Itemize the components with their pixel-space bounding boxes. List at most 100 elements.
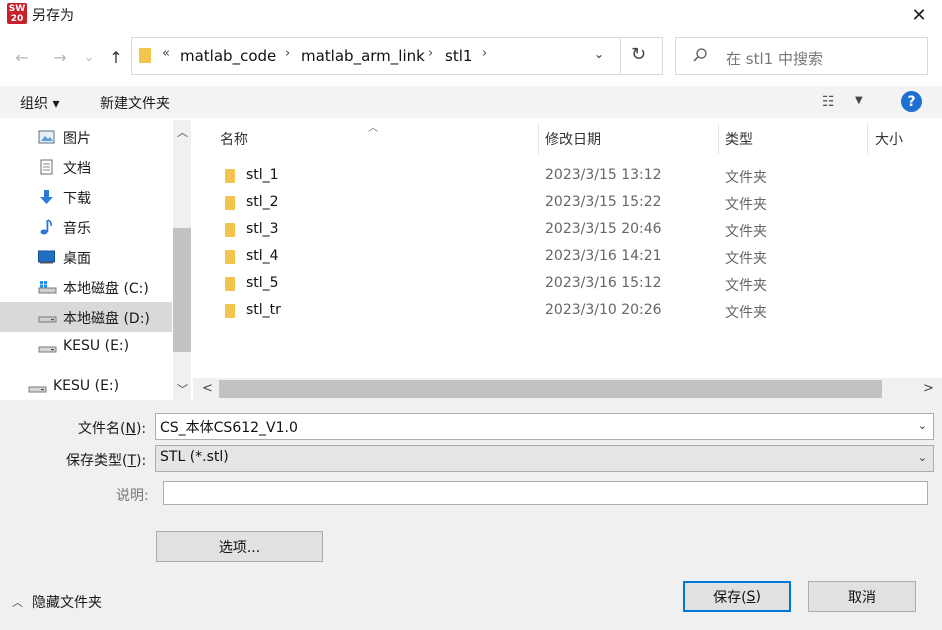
breadcrumb-separator-icon[interactable]: › [482, 46, 487, 61]
chevron-down-icon[interactable]: ⌄ [918, 419, 927, 432]
description-input[interactable] [163, 481, 928, 505]
title-bar: SW 20 另存为 ✕ [0, 0, 942, 30]
sidebar-item-documents[interactable]: 文档 [0, 152, 172, 182]
breadcrumb-separator-icon[interactable]: › [285, 46, 290, 61]
sidebar-item-pictures[interactable]: 图片 [0, 122, 172, 152]
sidebar-item-music[interactable]: 音乐 [0, 212, 172, 242]
chevron-right-icon[interactable]: > [923, 381, 934, 396]
usb-drive-icon [28, 379, 47, 395]
file-name: stl_3 [246, 221, 279, 237]
table-row[interactable]: stl_2 2023/3/15 15:22 文件夹 [213, 190, 913, 217]
file-type: 文件夹 [725, 224, 767, 240]
table-row[interactable]: stl_4 2023/3/16 14:21 文件夹 [213, 244, 913, 271]
sidebar-item-usb-e[interactable]: KESU (E:) [0, 332, 172, 362]
view-dropdown-icon[interactable]: ▼ [855, 95, 863, 106]
column-divider[interactable] [718, 124, 719, 154]
address-dropdown-icon[interactable]: ⌄ [594, 47, 604, 61]
sidebar-item-label: 桌面 [63, 251, 91, 267]
help-icon[interactable]: ? [901, 91, 922, 112]
sidebar-item-label: 文档 [63, 161, 91, 177]
system-drive-icon [38, 279, 57, 295]
filetype-select[interactable]: STL (*.stl) ⌄ [155, 445, 934, 472]
folder-icon [225, 304, 235, 318]
column-divider[interactable] [867, 124, 868, 154]
save-button[interactable]: 保存(S) [683, 581, 791, 612]
filetype-label-text: 保存类型( [66, 453, 128, 469]
organize-menu[interactable]: 组织 ▾ [20, 93, 59, 113]
drive-icon [38, 309, 57, 325]
cancel-button[interactable]: 取消 [808, 581, 916, 612]
arrow-up-icon: ↑ [109, 47, 123, 67]
new-folder-button[interactable]: 新建文件夹 [100, 93, 170, 113]
sidebar-item-drive-c[interactable]: 本地磁盘 (C:) [0, 272, 172, 302]
file-list: ︿ 名称 修改日期 类型 大小 stl_1 2023/3/15 13:12 文件… [193, 120, 942, 400]
sidebar-item-desktop[interactable]: 桌面 [0, 242, 172, 272]
arrow-left-icon: ← [15, 47, 29, 67]
sidebar-item-drive-d[interactable]: 本地磁盘 (D:) [0, 302, 172, 332]
folder-icon [139, 48, 151, 63]
table-row[interactable]: stl_tr 2023/3/10 20:26 文件夹 [213, 298, 913, 325]
address-divider [620, 38, 621, 74]
description-label: 说明: [116, 488, 149, 504]
forward-button[interactable]: → [48, 44, 72, 70]
scrollbar-thumb[interactable] [219, 380, 882, 398]
save-accesskey: S [746, 588, 756, 605]
file-type: 文件夹 [725, 251, 767, 267]
table-row[interactable]: stl_3 2023/3/15 20:46 文件夹 [213, 217, 913, 244]
window-title: 另存为 [32, 8, 74, 24]
refresh-icon[interactable]: ↻ [631, 44, 646, 65]
close-icon: ✕ [911, 4, 927, 26]
file-date: 2023/3/16 14:21 [545, 248, 662, 264]
folder-icon [225, 196, 235, 210]
solidworks-app-icon: SW 20 [7, 3, 27, 24]
options-button[interactable]: 选项... [156, 531, 323, 562]
sidebar-item-usb-e-root[interactable]: KESU (E:) [0, 372, 162, 400]
back-button[interactable]: ← [10, 44, 34, 70]
view-options-icon[interactable]: ☷ [822, 94, 835, 110]
table-row[interactable]: stl_5 2023/3/16 15:12 文件夹 [213, 271, 913, 298]
column-header-type[interactable]: 类型 [725, 129, 753, 149]
column-header-date[interactable]: 修改日期 [545, 129, 601, 149]
file-name: stl_tr [246, 302, 281, 318]
filename-input[interactable]: CS_本体CS612_V1.0 ⌄ [155, 413, 934, 440]
usb-drive-icon [38, 339, 57, 355]
sort-ascending-icon: ︿ [368, 123, 378, 134]
file-name: stl_1 [246, 167, 279, 183]
close-button[interactable]: ✕ [896, 0, 942, 30]
search-placeholder: 在 stl1 中搜索 [726, 50, 823, 68]
horizontal-scrollbar[interactable]: < > [193, 378, 942, 400]
chevron-down-icon[interactable]: ﹀ [177, 381, 188, 397]
column-divider[interactable] [538, 124, 539, 154]
chevron-up-icon[interactable]: ︿ [12, 594, 23, 610]
filetype-value: STL (*.stl) [160, 449, 229, 465]
breadcrumb-matlab-arm-link[interactable]: matlab_arm_link [301, 47, 425, 65]
table-row[interactable]: stl_1 2023/3/15 13:12 文件夹 [213, 163, 913, 190]
file-date: 2023/3/10 20:26 [545, 302, 662, 318]
path-overflow-icon[interactable]: « [162, 46, 170, 61]
file-date: 2023/3/15 20:46 [545, 221, 662, 237]
chevron-left-icon[interactable]: < [202, 381, 213, 396]
address-bar[interactable]: « matlab_code › matlab_arm_link › stl1 ›… [131, 37, 663, 75]
column-header-name[interactable]: 名称 [220, 129, 248, 149]
file-name: stl_2 [246, 194, 279, 210]
filename-label-suffix: ): [135, 421, 147, 437]
search-input[interactable]: 在 stl1 中搜索 [675, 37, 928, 75]
file-type: 文件夹 [725, 170, 767, 186]
up-button[interactable]: ↑ [104, 44, 128, 70]
navigation-pane: 图片 文档 下载 音乐 桌面 本地磁盘 (C:) 本地磁盘 (D:) KESU … [0, 120, 192, 400]
navigation-scrollbar[interactable]: ︿ ﹀ [173, 120, 191, 400]
breadcrumb-matlab-code[interactable]: matlab_code [180, 47, 276, 65]
sidebar-item-downloads[interactable]: 下载 [0, 182, 172, 212]
save-label: 保存( [713, 589, 747, 606]
hide-folders-button[interactable]: 隐藏文件夹 [32, 592, 102, 612]
breadcrumb-separator-icon[interactable]: › [428, 46, 433, 61]
sidebar-item-label: 本地磁盘 (D:) [63, 311, 150, 327]
sidebar-item-label: 本地磁盘 (C:) [63, 281, 149, 297]
column-header-size[interactable]: 大小 [875, 129, 903, 149]
recent-locations-button[interactable]: ⌄ [79, 44, 99, 70]
breadcrumb-stl1[interactable]: stl1 [445, 47, 472, 65]
scrollbar-thumb[interactable] [173, 228, 191, 352]
sidebar-item-label: 音乐 [63, 221, 91, 237]
file-type: 文件夹 [725, 197, 767, 213]
chevron-up-icon[interactable]: ︿ [177, 124, 188, 140]
